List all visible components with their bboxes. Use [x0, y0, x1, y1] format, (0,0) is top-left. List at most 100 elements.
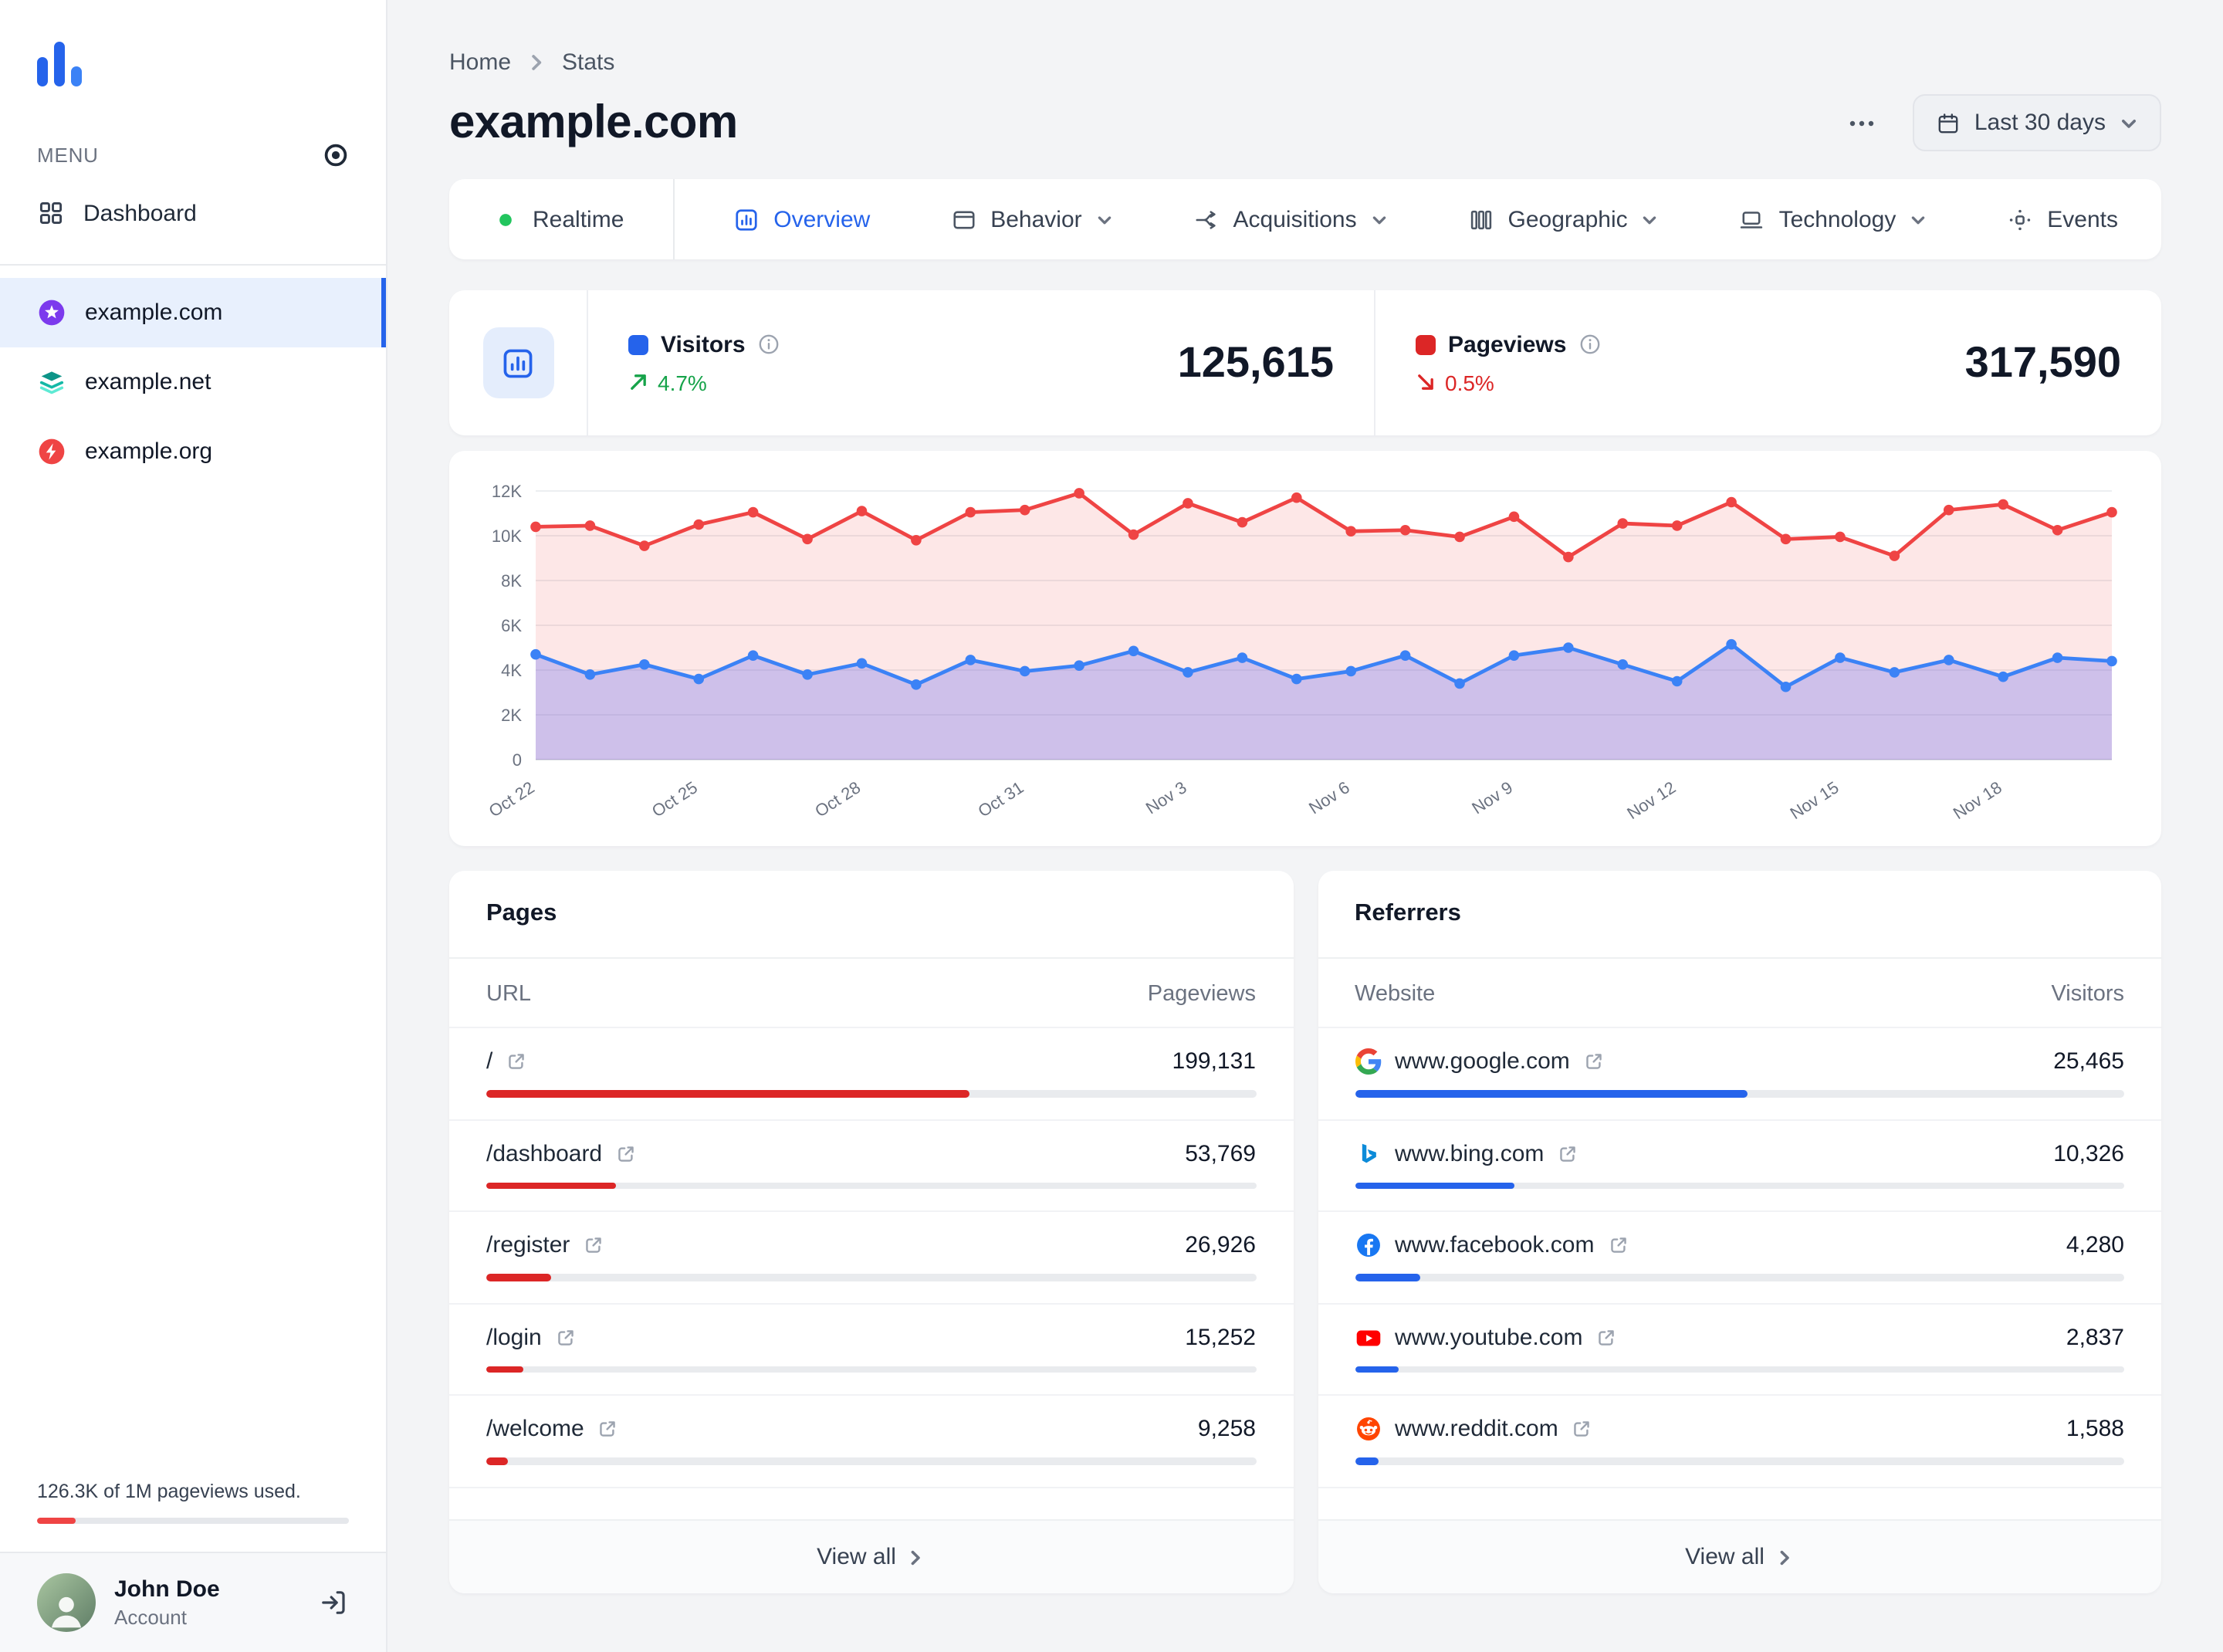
bing-favicon	[1355, 1140, 1381, 1166]
table-row: / 199,131	[449, 1028, 1293, 1120]
external-link-icon[interactable]	[616, 1143, 636, 1163]
tab-geographic[interactable]: Geographic	[1440, 179, 1687, 259]
breadcrumb-home[interactable]: Home	[449, 49, 511, 76]
realtime-dot-icon	[492, 206, 519, 232]
svg-text:Nov 3: Nov 3	[1142, 777, 1190, 818]
info-icon[interactable]	[1578, 333, 1600, 355]
events-icon	[2007, 206, 2033, 232]
usage-progress-fill	[37, 1518, 76, 1524]
tab-events[interactable]: Events	[1979, 179, 2146, 259]
tab-technology[interactable]: Technology	[1711, 179, 1955, 259]
page-url[interactable]: /register	[486, 1232, 604, 1258]
tab-label: Behavior	[990, 206, 1082, 232]
svg-text:Nov 6: Nov 6	[1305, 777, 1353, 818]
svg-text:12K: 12K	[492, 482, 522, 501]
svg-text:0: 0	[513, 750, 522, 770]
page-url[interactable]: /welcome	[486, 1416, 618, 1442]
page-url[interactable]: /dashboard	[486, 1140, 636, 1166]
page-value: 53,769	[1185, 1140, 1256, 1166]
external-link-icon[interactable]	[584, 1235, 604, 1255]
breadcrumb: Home Stats	[449, 49, 2161, 76]
external-link-icon[interactable]	[506, 1051, 526, 1071]
reddit-favicon	[1355, 1416, 1381, 1442]
traffic-chart: 0 2K 4K 6K 8K 10K 12K Oct 22 Oct 25 Oct 28 Oct 31 N…	[465, 472, 2133, 843]
referrers-rows: www.google.com 25,465 www.bing.com 10,32…	[1318, 1028, 2161, 1488]
youtube-favicon	[1355, 1324, 1381, 1350]
table-row-welcome: /welcome 9,258	[449, 1396, 1293, 1488]
pages-panel-title: Pages	[449, 871, 1293, 959]
pages-view-all-button[interactable]: View all	[449, 1519, 1293, 1593]
row-bar-track	[486, 1274, 1256, 1281]
referrer-label: www.bing.com	[1395, 1140, 1545, 1166]
referrer-site[interactable]: www.youtube.com	[1355, 1324, 1616, 1350]
tab-overview[interactable]: Overview	[705, 179, 898, 259]
external-link-icon[interactable]	[598, 1419, 618, 1439]
visitors-change: 4.7%	[658, 370, 707, 394]
tab-label: Realtime	[533, 206, 624, 232]
visitors-stat: Visitors 4.7% 125,615	[588, 290, 1374, 435]
referrer-value: 25,465	[2053, 1048, 2124, 1075]
sidebar-item-dashboard[interactable]: Dashboard	[0, 181, 386, 245]
page-value: 199,131	[1172, 1048, 1256, 1075]
tab-realtime[interactable]: Realtime	[465, 179, 675, 259]
menu-header: MENU	[37, 142, 349, 168]
account-panel[interactable]: John Doe Account	[0, 1552, 386, 1652]
tab-behavior[interactable]: Behavior	[922, 179, 1140, 259]
external-link-icon[interactable]	[1584, 1051, 1604, 1071]
date-range-button[interactable]: Last 30 days	[1912, 94, 2161, 151]
referrer-site[interactable]: www.reddit.com	[1355, 1416, 1592, 1442]
avatar	[37, 1573, 96, 1632]
svg-text:10K: 10K	[492, 526, 522, 546]
referrer-value: 10,326	[2053, 1140, 2124, 1166]
svg-text:Oct 28: Oct 28	[811, 777, 864, 821]
external-link-icon[interactable]	[1572, 1419, 1592, 1439]
row-bar-track	[1355, 1182, 2124, 1189]
page-url[interactable]: /	[486, 1048, 526, 1075]
title-row: example.com Last 30 days	[449, 94, 2161, 151]
usage-progress-track	[37, 1518, 349, 1524]
page-url[interactable]: /login	[486, 1324, 576, 1350]
referrer-site[interactable]: www.google.com	[1355, 1048, 1604, 1075]
logout-icon[interactable]	[318, 1587, 349, 1618]
page-url-label: /register	[486, 1232, 570, 1258]
theme-toggle-icon[interactable]	[323, 142, 349, 168]
sites-list: example.com example.net example.org	[0, 278, 386, 486]
svg-text:4K: 4K	[501, 661, 522, 680]
sidebar-item-example-com[interactable]: example.com	[0, 278, 386, 347]
stats-icon-cell	[449, 290, 588, 435]
referrers-view-all-button[interactable]: View all	[1318, 1519, 2161, 1593]
user-name: John Doe	[114, 1576, 220, 1603]
referrer-site[interactable]: www.facebook.com	[1355, 1232, 1628, 1258]
external-link-icon[interactable]	[1558, 1143, 1578, 1163]
chevron-right-icon	[1780, 1549, 1789, 1565]
table-row-login: /login 15,252	[449, 1304, 1293, 1396]
dashboard-label: Dashboard	[83, 200, 197, 226]
more-options-button[interactable]	[1839, 100, 1885, 146]
external-link-icon[interactable]	[1596, 1327, 1616, 1347]
view-all-label: View all	[817, 1544, 896, 1570]
row-bar-track	[1355, 1274, 2124, 1281]
page-value: 26,926	[1185, 1232, 1256, 1258]
sidebar-item-example-org[interactable]: example.org	[0, 417, 386, 486]
referrer-site[interactable]: www.bing.com	[1355, 1140, 1578, 1166]
user-role: Account	[114, 1606, 187, 1629]
svg-text:Nov 18: Nov 18	[1950, 777, 2005, 823]
technology-icon	[1739, 206, 1765, 232]
visitors-series-swatch	[628, 334, 648, 354]
tab-acquisitions[interactable]: Acquisitions	[1166, 179, 1416, 259]
site-name: example.com	[85, 300, 223, 326]
tab-label: Acquisitions	[1233, 206, 1357, 232]
trend-down-icon	[1416, 372, 1436, 392]
info-icon[interactable]	[758, 333, 780, 355]
site-name: example.org	[85, 438, 213, 465]
pageviews-series-swatch	[1416, 334, 1436, 354]
site-com-favicon	[37, 298, 66, 327]
sidebar-item-example-net[interactable]: example.net	[0, 347, 386, 417]
external-link-icon[interactable]	[556, 1327, 576, 1347]
behavior-icon	[950, 206, 976, 232]
summary-stats-card: Visitors 4.7% 125,615 Pageviews 0.5% 317…	[449, 290, 2161, 435]
external-link-icon[interactable]	[1608, 1235, 1628, 1255]
row-bar-track	[1355, 1090, 2124, 1097]
overview-icon	[733, 206, 760, 232]
